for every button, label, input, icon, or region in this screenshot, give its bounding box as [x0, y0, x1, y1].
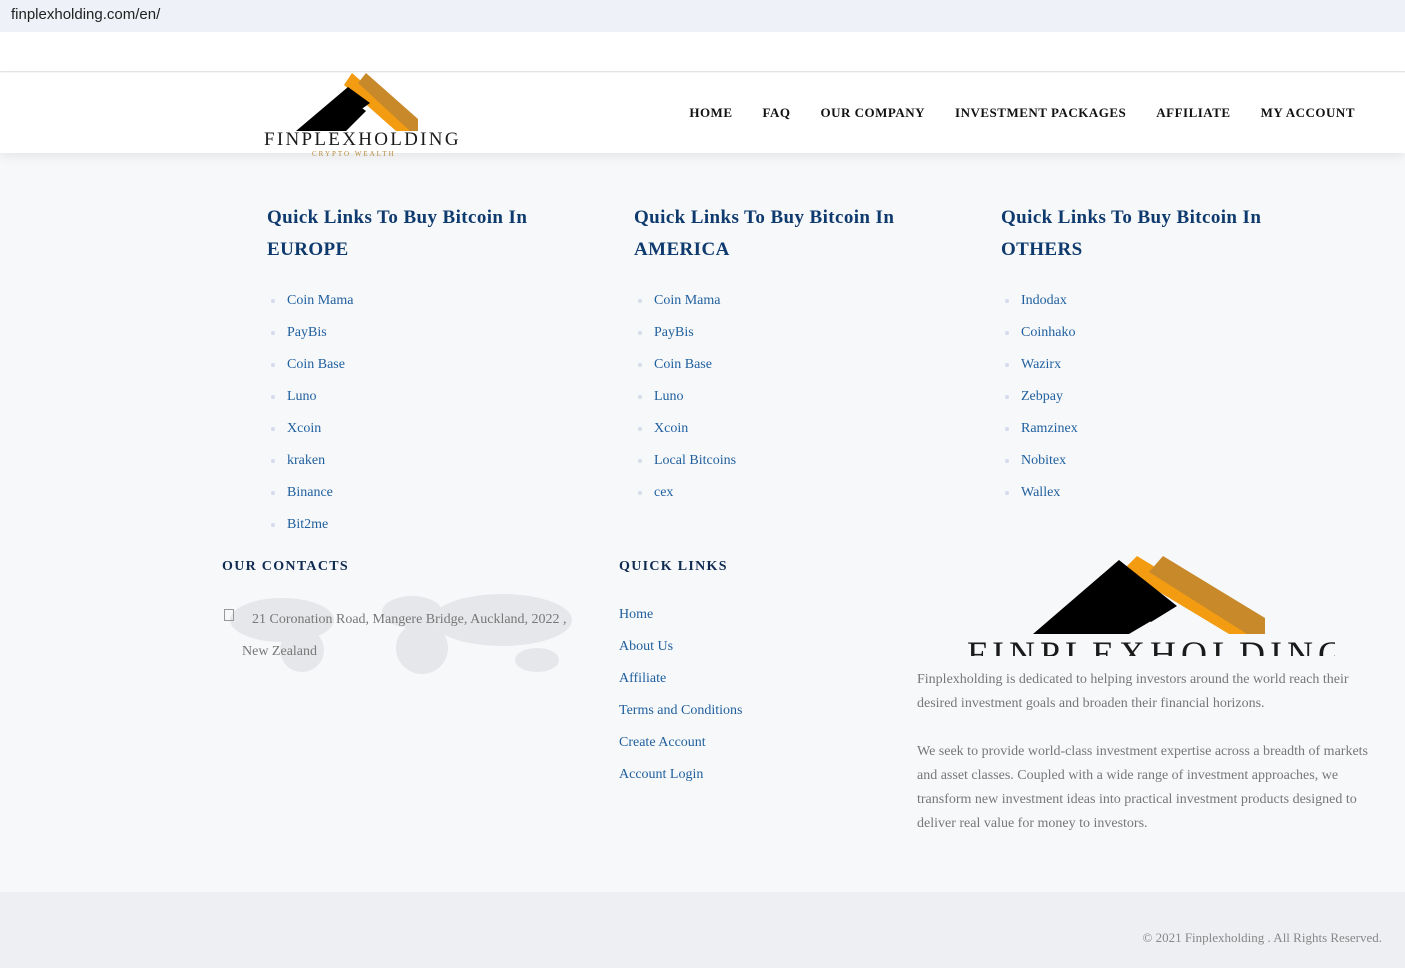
list-item[interactable]: Coin Base	[267, 355, 354, 387]
list-item[interactable]: Bit2me	[267, 515, 354, 547]
roof-logo-icon	[296, 73, 418, 131]
nav-my-account[interactable]: MY ACCOUNT	[1261, 105, 1355, 121]
quick-link-account-login[interactable]: Account Login	[619, 762, 742, 794]
list-item[interactable]: Nobitex	[1001, 451, 1078, 483]
footer-logo-brand: FINPLEXHOLDING	[967, 634, 1335, 656]
list-item[interactable]: kraken	[267, 451, 354, 483]
list-item[interactable]: Ramzinex	[1001, 419, 1078, 451]
roof-logo-icon	[1033, 556, 1265, 634]
nav-affiliate[interactable]: AFFILIATE	[1156, 105, 1230, 121]
main-nav: HOME FAQ OUR COMPANY INVESTMENT PACKAGES…	[659, 105, 1355, 121]
quick-link-terms[interactable]: Terms and Conditions	[619, 698, 742, 730]
list-item[interactable]: Binance	[267, 483, 354, 515]
list-item[interactable]: Indodax	[1001, 291, 1078, 323]
europe-links-list: Coin Mama PayBis Coin Base Luno Xcoin kr…	[267, 291, 354, 547]
contact-address: 21 Coronation Road, Mangere Bridge, Auck…	[242, 612, 567, 659]
list-item[interactable]: Luno	[634, 387, 736, 419]
list-item[interactable]: Coinhako	[1001, 323, 1078, 355]
list-item[interactable]: cex	[634, 483, 736, 515]
list-item[interactable]: PayBis	[634, 323, 736, 355]
about-paragraph: Finplexholding is dedicated to helping i…	[917, 672, 1349, 711]
quick-link-affiliate[interactable]: Affiliate	[619, 666, 742, 698]
america-links-title: Quick Links To Buy Bitcoin In AMERICA	[634, 207, 895, 260]
about-text: Finplexholding is dedicated to helping i…	[917, 668, 1377, 836]
nav-home[interactable]: HOME	[689, 105, 732, 121]
logo-tagline: CRYPTO WEALTH	[312, 150, 396, 158]
site-logo[interactable]: FINPLEXHOLDING CRYPTO WEALTH	[262, 73, 459, 159]
others-links-title: Quick Links To Buy Bitcoin In OTHERS	[1001, 207, 1262, 260]
contact-block: 21 Coronation Road, Mangere Bridge, Auck…	[222, 590, 582, 680]
europe-links-title: Quick Links To Buy Bitcoin In EUROPE	[267, 207, 528, 260]
about-paragraph: We seek to provide world-class investmen…	[917, 744, 1369, 831]
page-footer: © 2021 Finplexholding . All Rights Reser…	[0, 892, 1405, 968]
blank-band	[0, 32, 1405, 72]
list-item[interactable]: Local Bitcoins	[634, 451, 736, 483]
nav-our-company[interactable]: OUR COMPANY	[820, 105, 925, 121]
copyright-text: © 2021 Finplexholding . All Rights Reser…	[1142, 930, 1382, 945]
quick-link-about-us[interactable]: About Us	[619, 634, 742, 666]
url-text[interactable]: finplexholding.com/en/	[11, 6, 160, 23]
list-item[interactable]: Xcoin	[634, 419, 736, 451]
contacts-title: OUR CONTACTS	[222, 559, 349, 574]
list-item[interactable]: Xcoin	[267, 419, 354, 451]
america-links-list: Coin Mama PayBis Coin Base Luno Xcoin Lo…	[634, 291, 736, 515]
quick-link-create-account[interactable]: Create Account	[619, 730, 742, 762]
list-item[interactable]: Wazirx	[1001, 355, 1078, 387]
list-item[interactable]: Coin Base	[634, 355, 736, 387]
others-links-list: Indodax Coinhako Wazirx Zebpay Ramzinex …	[1001, 291, 1078, 515]
quick-links-list: Home About Us Affiliate Terms and Condit…	[619, 602, 742, 794]
list-item[interactable]: Luno	[267, 387, 354, 419]
browser-address-bar[interactable]: finplexholding.com/en/	[0, 0, 1405, 32]
list-item[interactable]: Coin Mama	[634, 291, 736, 323]
quick-link-home[interactable]: Home	[619, 602, 742, 634]
quick-links-title: QUICK LINKS	[619, 559, 728, 574]
nav-investment-packages[interactable]: INVESTMENT PACKAGES	[955, 105, 1126, 121]
logo-brand-text: FINPLEXHOLDING	[264, 129, 461, 150]
list-item[interactable]: Zebpay	[1001, 387, 1078, 419]
list-item[interactable]: Coin Mama	[267, 291, 354, 323]
list-item[interactable]: PayBis	[267, 323, 354, 355]
list-item[interactable]: Wallex	[1001, 483, 1078, 515]
site-header: FINPLEXHOLDING CRYPTO WEALTH HOME FAQ OU…	[0, 73, 1405, 158]
nav-faq[interactable]: FAQ	[763, 105, 791, 121]
footer-logo: FINPLEXHOLDING	[965, 556, 1335, 656]
